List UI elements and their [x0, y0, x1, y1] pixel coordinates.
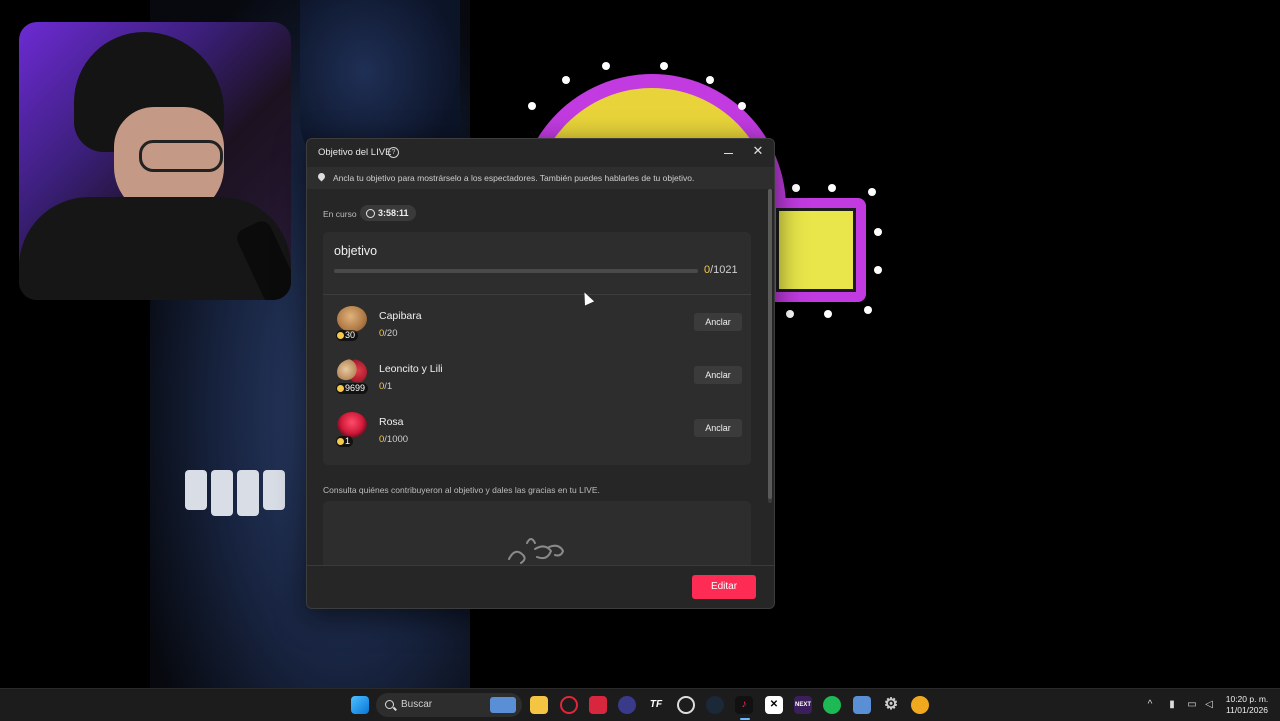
pin-button-rosa[interactable]: Anclar: [694, 419, 742, 437]
coin-icon: [337, 385, 344, 392]
volume-icon[interactable]: ◁: [1204, 700, 1214, 710]
dialog-title: Objetivo del LIVE: [318, 147, 392, 158]
gift-name: Capibara: [379, 310, 422, 322]
empty-state-illustration-icon: [508, 538, 565, 564]
tiktok-live-icon[interactable]: ♪: [735, 696, 753, 714]
gift-count: 0/20: [379, 328, 398, 339]
search-icon: [385, 700, 394, 709]
webcam-overlay: [19, 22, 291, 300]
contributors-text: Consulta quiénes contribuyeron al objeti…: [323, 485, 600, 495]
coin-badge: 9699: [336, 383, 369, 394]
clock-time: 10:20 p. m.: [1225, 694, 1269, 704]
goal-card: objetivo 0/1021 30 Capibara 0/20 Anclar …: [323, 232, 751, 465]
taskbar: Buscar TF ♪ ✕ NEXT ⚙ ^ ▮ ▭ ◁ 10:20 p. m.…: [0, 688, 1280, 721]
capybara-gift-icon: 30: [334, 304, 370, 344]
search-highlight-icon: [490, 697, 516, 713]
capcut-icon[interactable]: ✕: [765, 696, 783, 714]
goal-divider: [323, 294, 751, 295]
dialog-body: En curso 3:58:11 objetivo 0/1021 30 Capi…: [307, 189, 765, 565]
goal-title: objetivo: [334, 244, 378, 258]
gift-name: Leoncito y Lili: [379, 363, 443, 375]
gift-row-leoncito: 9699 Leoncito y Lili 0/1 Anclar: [334, 357, 744, 407]
minimize-button[interactable]: [721, 146, 735, 160]
close-button[interactable]: ✕: [751, 144, 765, 158]
dialog-scrollbar[interactable]: [768, 189, 772, 503]
chevron-up-icon[interactable]: ^: [1145, 700, 1155, 710]
settings-gear-icon[interactable]: ⚙: [882, 696, 900, 714]
spotify-icon[interactable]: [823, 696, 841, 714]
pin-button-leoncito[interactable]: Anclar: [694, 366, 742, 384]
gift-count: 0/1: [379, 381, 393, 392]
rose-gift-icon: 1: [334, 410, 370, 450]
search-input[interactable]: Buscar: [401, 699, 432, 710]
coin-icon: [337, 438, 344, 445]
dialog-titlebar: Objetivo del LIVE ? ✕: [307, 139, 774, 167]
clock-date: 11/01/2026: [1226, 705, 1268, 715]
app-red-icon[interactable]: [589, 696, 607, 714]
help-icon[interactable]: ?: [388, 147, 399, 158]
opera-gx-icon[interactable]: [560, 696, 578, 714]
coin-badge: 30: [336, 330, 359, 341]
taskbar-search[interactable]: Buscar: [376, 693, 522, 717]
info-banner: Ancla tu objetivo para mostrárselo a los…: [307, 167, 774, 189]
clock-icon: [366, 209, 375, 218]
timer-chip: 3:58:11: [360, 205, 416, 221]
timer-value: 3:58:11: [378, 208, 409, 218]
next-icon[interactable]: NEXT: [794, 696, 812, 714]
live-goal-dialog: Objetivo del LIVE ? ✕ Ancla tu objetivo …: [306, 138, 775, 609]
pin-icon: [316, 171, 327, 182]
info-text: Ancla tu objetivo para mostrárselo a los…: [333, 173, 695, 183]
gift-row-capibara: 30 Capibara 0/20 Anclar: [334, 304, 744, 354]
system-clock[interactable]: 10:20 p. m. 11/01/2026: [1222, 694, 1272, 716]
coin-icon: [337, 332, 344, 339]
pin-button-capibara[interactable]: Anclar: [694, 313, 742, 331]
goal-progress-bar: [334, 269, 698, 273]
status-label: En curso: [323, 209, 357, 219]
dialog-footer: Editar: [307, 565, 774, 608]
network-icon[interactable]: ▭: [1187, 700, 1197, 710]
microphone-icon[interactable]: ▮: [1167, 700, 1177, 710]
coin-badge: 1: [336, 436, 354, 447]
steam-icon[interactable]: [706, 696, 724, 714]
gift-row-rosa: 1 Rosa 0/1000 Anclar: [334, 410, 744, 460]
edit-button[interactable]: Editar: [692, 575, 756, 599]
app-blue-icon[interactable]: [618, 696, 636, 714]
scrollbar-thumb[interactable]: [768, 189, 772, 499]
animatronic-teeth: [185, 470, 295, 540]
app-badge-icon[interactable]: [677, 696, 695, 714]
tf-icon[interactable]: TF: [647, 696, 665, 714]
gift-count: 0/1000: [379, 434, 409, 445]
contributors-card: [323, 501, 751, 565]
lion-gift-icon: 9699: [334, 357, 370, 397]
start-icon[interactable]: [351, 696, 369, 714]
gift-name: Rosa: [379, 416, 404, 428]
app-yellow-icon[interactable]: [911, 696, 929, 714]
file-explorer-icon[interactable]: [530, 696, 548, 714]
app-settings-blue-icon[interactable]: [853, 696, 871, 714]
goal-progress-count: 0/1021: [704, 264, 738, 276]
